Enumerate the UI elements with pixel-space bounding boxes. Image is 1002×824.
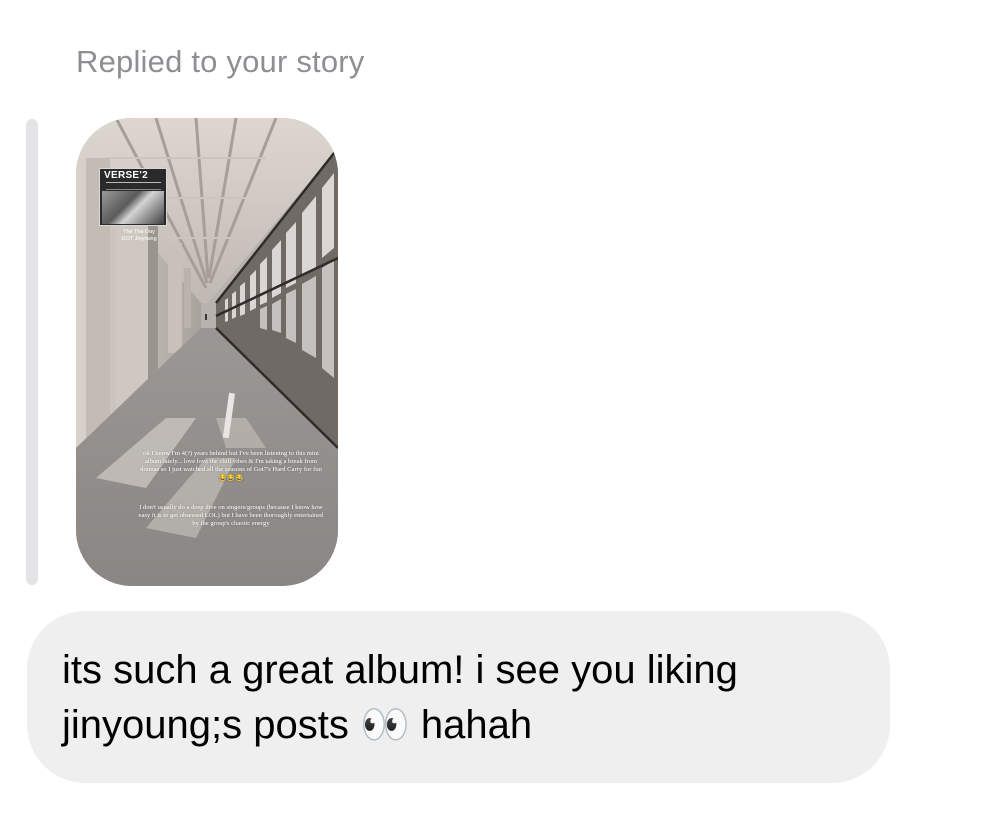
message-line-2: jinyoung;s posts 👀 hahah [62, 703, 533, 747]
story-caption-paragraph-1: ok I know I'm 4(?) years behind but I've… [140, 450, 322, 482]
replied-to-story-label: Replied to your story [76, 44, 365, 79]
album-art [102, 191, 164, 224]
reply-quote-bar [26, 119, 38, 585]
message-bubble[interactable]: its such a great album! i see you liking… [27, 611, 890, 783]
story-preview-thumbnail[interactable]: VERSE'2 Thé The Day GOT Jinyoung ok I kn… [76, 118, 338, 586]
album-cover-sticker: VERSE'2 [99, 168, 167, 226]
message-line-1: its such a great album! i see you liking [62, 648, 738, 692]
song-caption: Thé The Day GOT Jinyoung [121, 229, 157, 242]
story-caption-paragraph-2: I don't usually do a deep dive on singer… [138, 504, 324, 528]
dm-thread: Replied to your story VERSE'2 Thé The Da… [0, 0, 1002, 824]
